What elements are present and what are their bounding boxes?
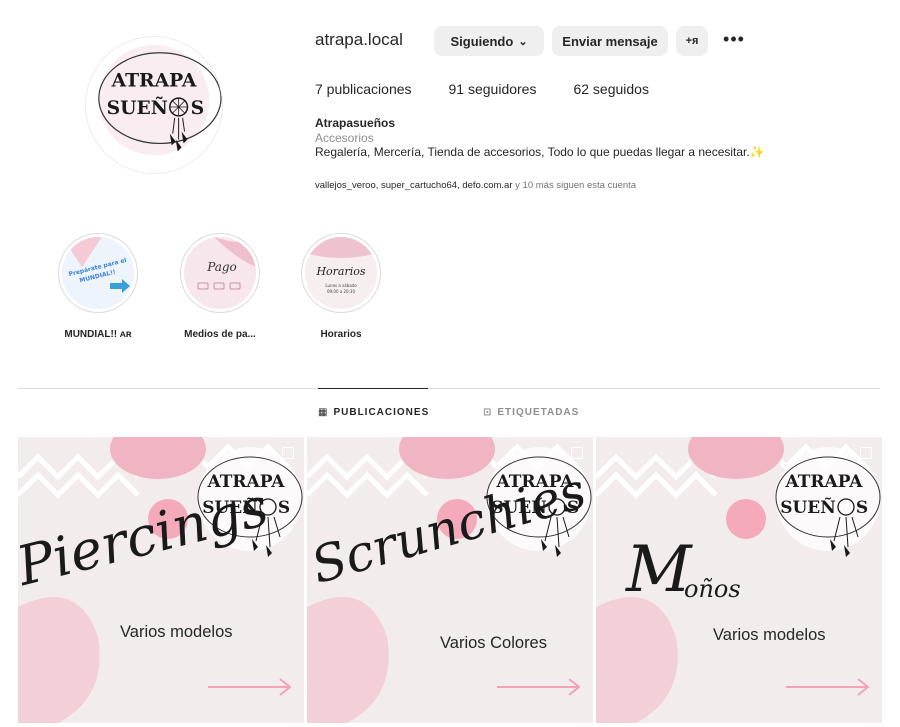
- multi-post-icon: [571, 447, 583, 459]
- tabs-divider: [18, 388, 880, 389]
- tab-tagged-label: ETIQUETADAS: [497, 407, 580, 418]
- grid-icon: ▦: [318, 407, 329, 418]
- highlight-cover[interactable]: Pago: [180, 233, 260, 313]
- svg-text:Pago: Pago: [206, 260, 237, 274]
- tab-posts[interactable]: ▦ PUBLICACIONES: [318, 407, 429, 418]
- highlight-cover[interactable]: Horarios Lunes a sábado 09:00 a 20:30: [301, 233, 381, 313]
- suggested-accounts-button[interactable]: +ᴙ: [676, 26, 708, 56]
- avatar-logo: ATRAPA SUEÑ S: [86, 37, 222, 173]
- multi-post-icon: [860, 447, 872, 459]
- followed-by-rest: y 10 más siguen esta cuenta: [512, 180, 637, 191]
- send-message-label: Enviar mensaje: [562, 33, 658, 49]
- post-tile[interactable]: ATRAPA SUEÑ S Piercings Varios modelos: [18, 437, 304, 723]
- profile-avatar[interactable]: ATRAPA SUEÑ S: [85, 36, 223, 174]
- post-subtitle: Varios Colores: [440, 634, 547, 652]
- highlight-cover-image: Horarios Lunes a sábado 09:00 a 20:30: [305, 237, 377, 309]
- highlight-cover-image: Pago: [184, 237, 256, 309]
- highlight-label: Medios de pa...: [184, 329, 256, 340]
- followers-count[interactable]: 91 seguidores: [449, 81, 537, 97]
- highlight-label: MUNDIAL!! ᴀʀ: [64, 329, 132, 340]
- highlight-cover-image: Prepárate para el MUNDIAL!!: [62, 237, 134, 309]
- profile-bio: Atrapasueños Accesorios Regalería, Merce…: [315, 116, 855, 160]
- svg-text:Horarios: Horarios: [315, 265, 365, 278]
- posts-count: 7 publicaciones: [315, 81, 412, 97]
- post-tile[interactable]: ATRAPA SUEÑ S Scrunchies Varios Colores: [307, 437, 593, 723]
- svg-text:S: S: [856, 498, 868, 518]
- bio-name: Atrapasueños: [315, 116, 396, 130]
- multi-post-icon: [282, 447, 294, 459]
- avatar-text-end: S: [191, 97, 205, 119]
- tab-posts-label: PUBLICACIONES: [333, 407, 430, 418]
- highlight-cover[interactable]: Prepárate para el MUNDIAL!!: [58, 233, 138, 313]
- post-title-rest: oños: [684, 575, 741, 603]
- highlight-label: Horarios: [320, 329, 362, 340]
- highlight-payment[interactable]: Pago Medios de pa...: [170, 233, 270, 340]
- chevron-down-icon: ⌄: [518, 35, 528, 48]
- svg-text:SUEÑ: SUEÑ: [780, 496, 836, 518]
- profile-stats: 7 publicaciones 91 seguidores 62 seguido…: [315, 81, 686, 97]
- svg-text:ATRAPA: ATRAPA: [785, 472, 864, 492]
- send-message-button[interactable]: Enviar mensaje: [552, 26, 668, 56]
- more-options-icon[interactable]: •••: [722, 30, 746, 50]
- followed-by-names: vallejos_veroo, super_cartucho64, defo.c…: [315, 180, 513, 191]
- post-title: M: [626, 533, 692, 607]
- add-person-icon: +ᴙ: [685, 35, 699, 47]
- svg-text:09:00 a 20:30: 09:00 a 20:30: [327, 289, 356, 294]
- followed-by[interactable]: vallejos_veroo, super_cartucho64, defo.c…: [315, 180, 636, 191]
- following-button[interactable]: Siguiendo ⌄: [434, 26, 544, 56]
- post-tile[interactable]: ATRAPA SUEÑ S M oños Varios modelos: [596, 437, 882, 723]
- highlight-hours[interactable]: Horarios Lunes a sábado 09:00 a 20:30 Ho…: [291, 233, 391, 340]
- post-subtitle: Varios modelos: [120, 623, 233, 641]
- avatar-text-top: ATRAPA: [111, 69, 197, 91]
- tagged-icon: ⊡: [483, 407, 493, 418]
- bio-text: Regalería, Mercería, Tienda de accesorio…: [315, 145, 765, 159]
- following-button-label: Siguiendo: [450, 33, 514, 49]
- svg-text:Lunes a sábado: Lunes a sábado: [325, 283, 357, 288]
- avatar-text-mid: SUEÑ: [107, 96, 168, 119]
- tab-tagged[interactable]: ⊡ ETIQUETADAS: [483, 407, 579, 418]
- svg-text:S: S: [278, 498, 290, 518]
- highlight-mundial[interactable]: Prepárate para el MUNDIAL!! MUNDIAL!! ᴀʀ: [48, 233, 148, 340]
- active-tab-indicator: [318, 388, 428, 389]
- profile-username: atrapa.local: [315, 30, 403, 49]
- following-count[interactable]: 62 seguidos: [573, 81, 649, 97]
- bio-category: Accesorios: [315, 130, 374, 145]
- post-subtitle: Varios modelos: [713, 626, 826, 644]
